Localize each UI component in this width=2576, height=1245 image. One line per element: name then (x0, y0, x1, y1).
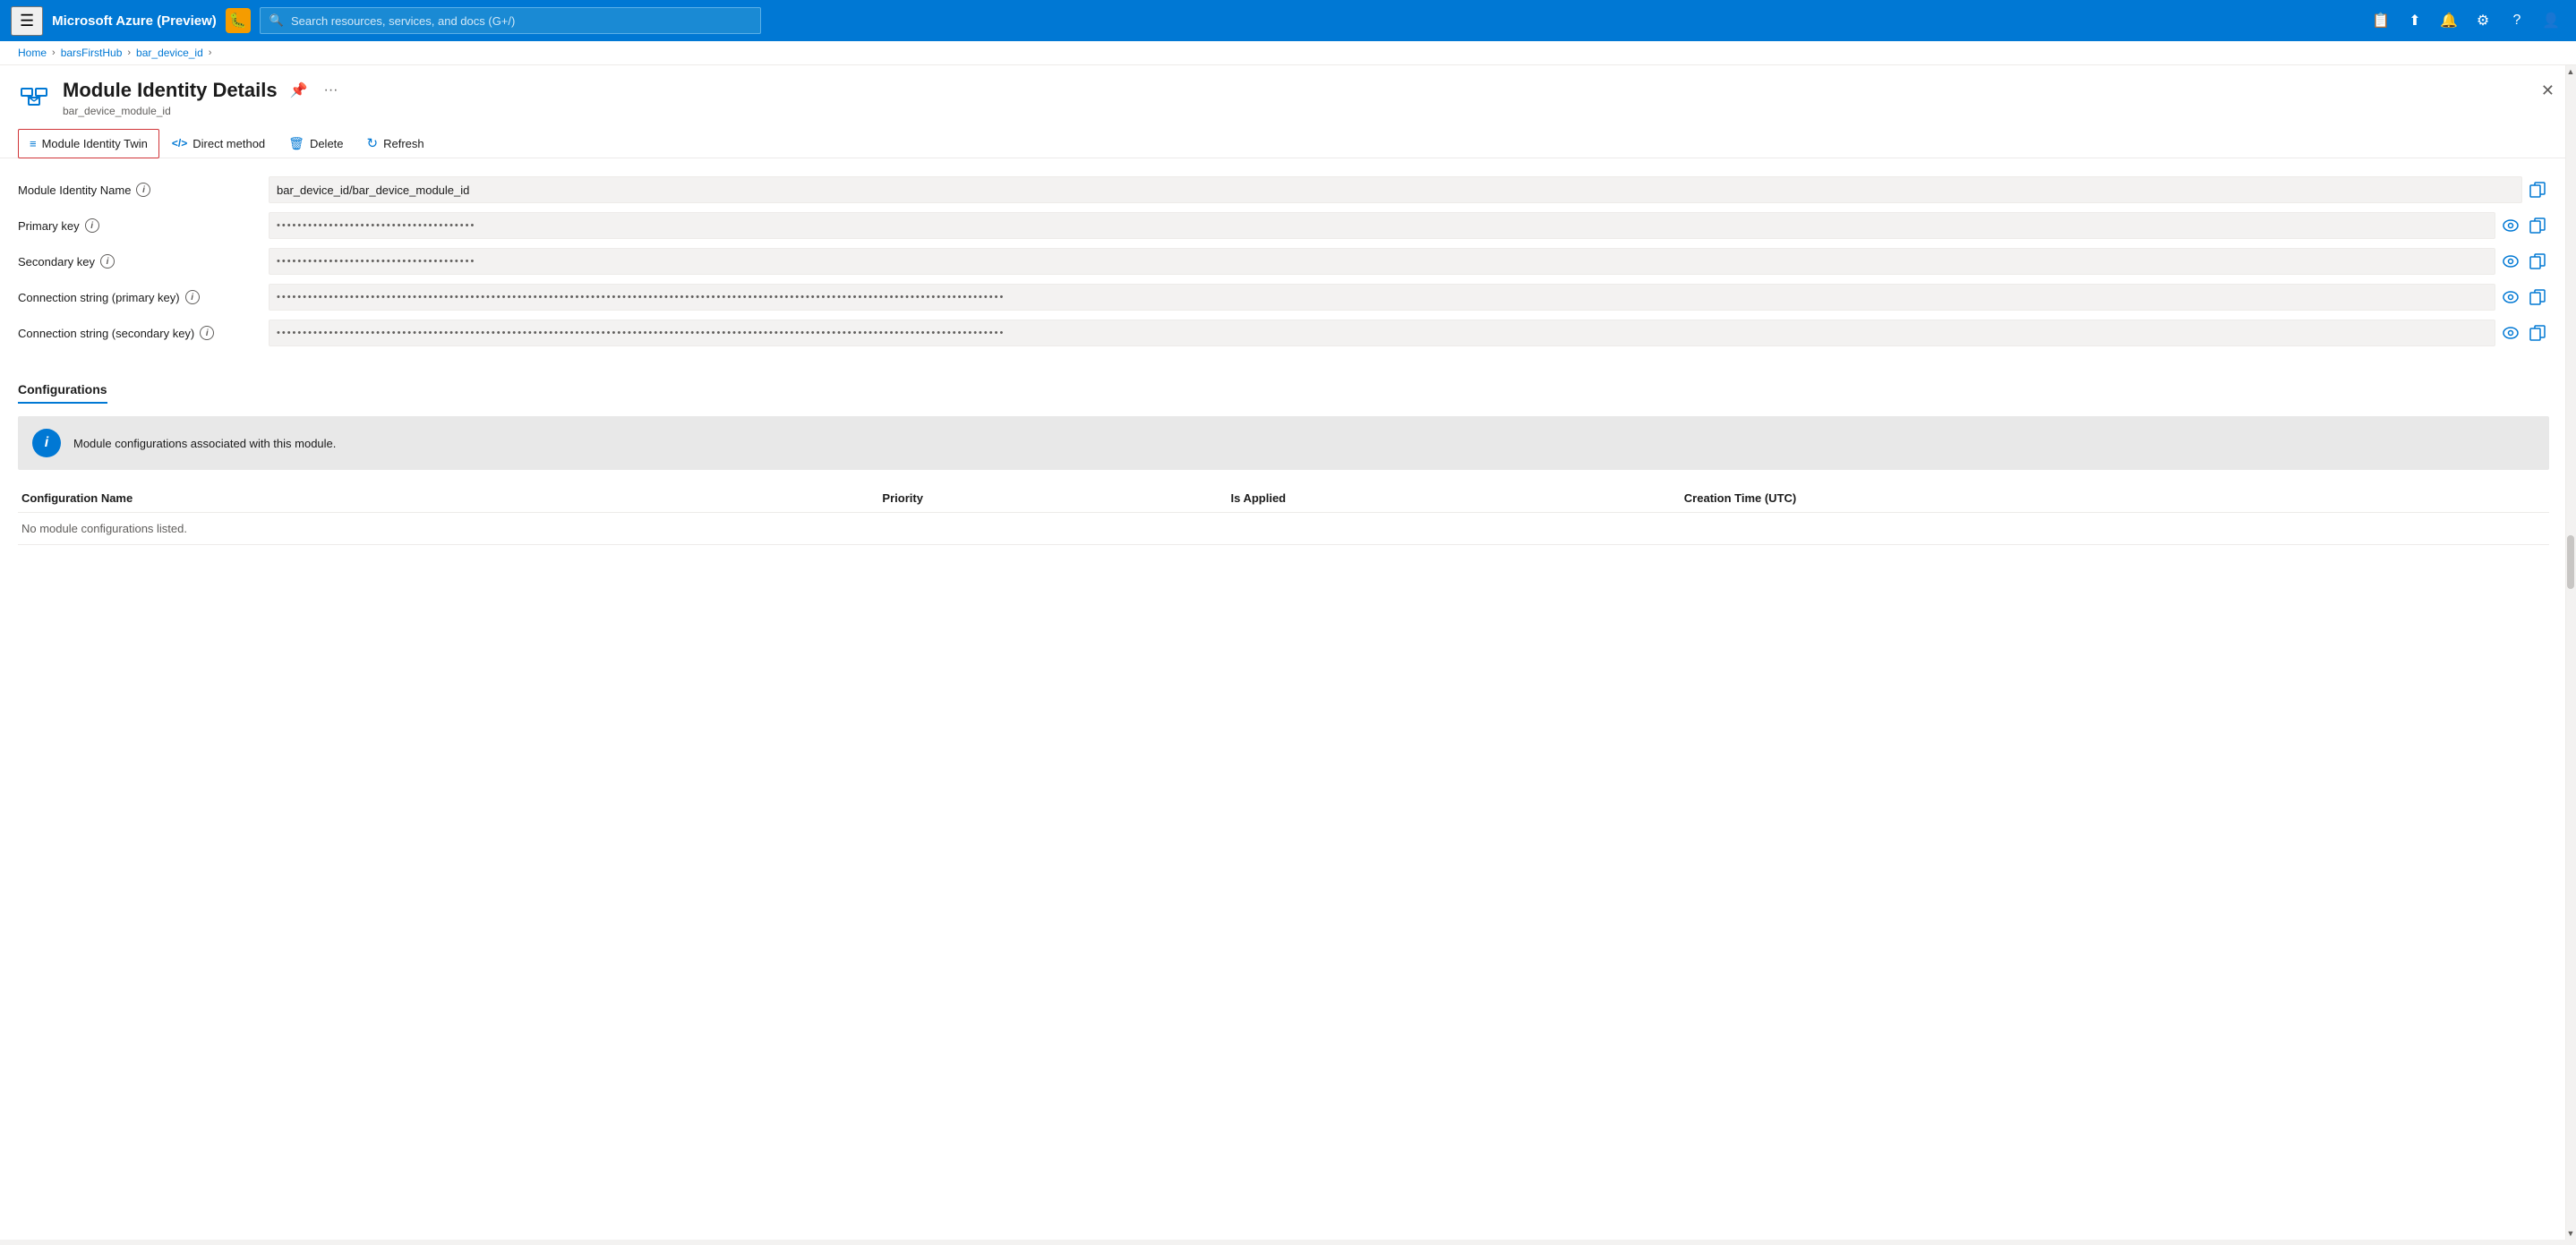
module-identity-name-input[interactable] (269, 176, 2522, 203)
breadcrumb-sep-3: › (209, 47, 212, 58)
refresh-label: Refresh (383, 137, 424, 150)
breadcrumb-sep-1: › (52, 47, 56, 58)
module-identity-icon (18, 80, 50, 112)
module-identity-name-copy-button[interactable] (2526, 178, 2549, 201)
direct-method-button[interactable]: </> Direct method (161, 130, 276, 158)
col-config-name: Configuration Name (18, 484, 878, 513)
delete-icon: 🗑 (288, 136, 304, 151)
secondary-key-label: Secondary key i (18, 254, 251, 269)
connection-string-primary-input[interactable] (269, 284, 2495, 311)
secondary-key-eye-button[interactable] (2499, 252, 2522, 271)
field-primary-key: Primary key i (18, 212, 2549, 239)
delete-button[interactable]: 🗑 Delete (278, 129, 354, 158)
module-identity-twin-button[interactable]: ≡ Module Identity Twin (18, 129, 159, 158)
connection-string-primary-label: Connection string (primary key) i (18, 290, 251, 304)
connection-string-secondary-input[interactable] (269, 320, 2495, 346)
configurations-info-banner: i Module configurations associated with … (18, 416, 2549, 470)
table-row-empty: No module configurations listed. (18, 513, 2549, 545)
breadcrumb: Home › barsFirstHub › bar_device_id › (0, 41, 2576, 65)
global-search[interactable]: 🔍 Search resources, services, and docs (… (260, 7, 761, 34)
topbar-action-icons: 📋 ⬆ 🔔 ⚙ ? 👤 (2366, 6, 2565, 35)
primary-key-info[interactable]: i (85, 218, 99, 233)
primary-key-input[interactable] (269, 212, 2495, 239)
panel-subtitle: bar_device_module_id (63, 105, 2558, 117)
scrollbar-down-arrow[interactable]: ▼ (2565, 1227, 2576, 1240)
form-content: Module Identity Name i Primary key i (0, 158, 2576, 1216)
refresh-icon: ↻ (367, 135, 379, 151)
configurations-section: Configurations i Module configurations a… (18, 364, 2549, 545)
topbar: ☰ Microsoft Azure (Preview) 🐛 🔍 Search r… (0, 0, 2576, 41)
connection-string-secondary-info[interactable]: i (200, 326, 214, 340)
secondary-key-input[interactable] (269, 248, 2495, 275)
connection-string-secondary-eye-button[interactable] (2499, 323, 2522, 343)
delete-label: Delete (310, 137, 344, 150)
upload-icon[interactable]: ⬆ (2401, 6, 2429, 35)
panel-header: Module Identity Details 📌 ··· bar_device… (0, 65, 2576, 124)
field-connection-string-primary: Connection string (primary key) i (18, 284, 2549, 311)
connection-string-secondary-copy-button[interactable] (2526, 321, 2549, 345)
field-connection-string-secondary: Connection string (secondary key) i (18, 320, 2549, 346)
pin-button[interactable]: 📌 (287, 78, 312, 103)
module-identity-name-info[interactable]: i (136, 183, 150, 197)
settings-icon[interactable]: ⚙ (2469, 6, 2497, 35)
app-title: Microsoft Azure (Preview) (52, 13, 217, 29)
search-icon: 🔍 (270, 13, 284, 28)
configurations-table-body: No module configurations listed. (18, 513, 2549, 545)
module-identity-name-value-wrap (269, 176, 2549, 203)
account-icon[interactable]: 👤 (2537, 6, 2565, 35)
breadcrumb-home[interactable]: Home (18, 47, 47, 59)
col-creation-time: Creation Time (UTC) (1681, 484, 2549, 513)
twin-icon: ≡ (30, 137, 37, 150)
search-placeholder-text: Search resources, services, and docs (G+… (291, 14, 515, 28)
connection-string-primary-value-wrap (269, 284, 2549, 311)
scrollbar[interactable]: ▲ ▼ (2565, 65, 2576, 1240)
info-circle-icon: i (32, 429, 61, 457)
hamburger-menu-button[interactable]: ☰ (11, 6, 43, 36)
connection-string-primary-copy-button[interactable] (2526, 286, 2549, 309)
direct-method-label: Direct method (193, 137, 265, 150)
configurations-info-text: Module configurations associated with th… (73, 437, 336, 450)
page-title: Module Identity Details (63, 79, 278, 102)
connection-string-primary-info[interactable]: i (185, 290, 200, 304)
connection-string-secondary-label: Connection string (secondary key) i (18, 326, 251, 340)
col-priority: Priority (878, 484, 1227, 513)
breadcrumb-sep-2: › (127, 47, 131, 58)
no-configs-message: No module configurations listed. (18, 513, 2549, 545)
close-panel-button[interactable]: ✕ (2537, 78, 2558, 104)
primary-key-eye-button[interactable] (2499, 216, 2522, 235)
module-identity-name-label: Module Identity Name i (18, 183, 251, 197)
twin-button-label: Module Identity Twin (42, 137, 148, 150)
notifications-icon[interactable]: 🔔 (2435, 6, 2463, 35)
configurations-table-header: Configuration Name Priority Is Applied C… (18, 484, 2549, 513)
panel-title-block: Module Identity Details 📌 ··· bar_device… (63, 78, 2558, 117)
primary-key-copy-button[interactable] (2526, 214, 2549, 237)
breadcrumb-device[interactable]: bar_device_id (136, 47, 203, 59)
configurations-table: Configuration Name Priority Is Applied C… (18, 484, 2549, 545)
configurations-section-title: Configurations (18, 382, 107, 404)
secondary-key-value-wrap (269, 248, 2549, 275)
secondary-key-copy-button[interactable] (2526, 250, 2549, 273)
field-module-identity-name: Module Identity Name i (18, 176, 2549, 203)
main-panel: Module Identity Details 📌 ··· bar_device… (0, 65, 2576, 1240)
primary-key-label: Primary key i (18, 218, 251, 233)
connection-string-primary-eye-button[interactable] (2499, 287, 2522, 307)
code-icon: </> (172, 137, 187, 149)
more-options-button[interactable]: ··· (321, 79, 342, 102)
breadcrumb-hub[interactable]: barsFirstHub (61, 47, 123, 59)
col-is-applied: Is Applied (1227, 484, 1680, 513)
action-toolbar: ≡ Module Identity Twin </> Direct method… (0, 124, 2576, 158)
scrollbar-up-arrow[interactable]: ▲ (2565, 65, 2576, 78)
feedback-icon[interactable]: 📋 (2366, 6, 2395, 35)
refresh-button[interactable]: ↻ Refresh (356, 128, 435, 158)
preview-bug-icon: 🐛 (226, 8, 251, 33)
secondary-key-info[interactable]: i (100, 254, 115, 269)
field-secondary-key: Secondary key i (18, 248, 2549, 275)
help-icon[interactable]: ? (2503, 6, 2531, 35)
scrollbar-thumb[interactable] (2567, 535, 2574, 589)
primary-key-value-wrap (269, 212, 2549, 239)
connection-string-secondary-value-wrap (269, 320, 2549, 346)
